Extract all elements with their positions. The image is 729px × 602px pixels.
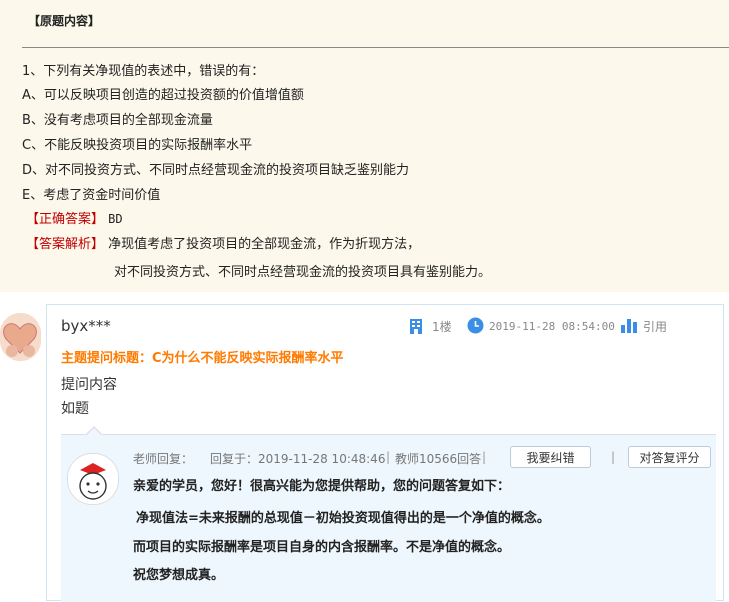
option-c: C、不能反映投资项目的实际报酬率水平	[22, 138, 253, 153]
content-text: 如题	[61, 401, 89, 417]
topic-text: C为什么不能反映实际报酬率水平	[152, 351, 344, 366]
option-d: D、对不同投资方式、不同时点经营现金流的投资项目缺乏鉴别能力	[22, 163, 410, 178]
quote-link[interactable]: 引用	[643, 318, 667, 335]
bar-chart-icon[interactable]	[620, 317, 637, 337]
reply-line: 亲爱的学员，您好！很高兴能为您提供帮助，您的问题答复如下：	[133, 479, 511, 494]
option-e: E、考虑了资金时间价值	[22, 188, 161, 203]
original-title: 【原题内容】	[28, 14, 101, 28]
divider	[22, 47, 729, 48]
analysis-label: 【答案解析】	[26, 237, 105, 252]
separator: |	[482, 450, 487, 464]
username[interactable]: byx***	[61, 317, 111, 335]
rate-reply-button[interactable]: 对答复评分	[628, 446, 711, 468]
reply-line: 祝您梦想成真。	[133, 568, 225, 583]
separator: |	[386, 450, 391, 464]
answer-label: 【正确答案】	[26, 212, 105, 227]
avatar[interactable]	[0, 313, 41, 361]
analysis-row: 【答案解析】 净现值考虑了投资项目的全部现金流，作为折现方法，	[26, 233, 420, 252]
analysis-line2: 对不同投资方式、不同时点经营现金流的投资项目具有鉴别能力。	[114, 265, 492, 280]
question-text: 1、下列有关净现值的表述中，错误的有：	[22, 64, 265, 79]
reply-label: 老师回复：	[133, 452, 194, 466]
reply-time: 回复于：2019-11-28 10:48:46	[210, 452, 386, 466]
analysis-line1: 净现值考虑了投资项目的全部现金流，作为折现方法，	[108, 237, 421, 252]
teacher-avatar[interactable]	[67, 453, 119, 505]
answer-row: 【正确答案】 BD	[26, 208, 123, 227]
floor-number: 1楼	[432, 320, 452, 334]
topic-title: 主题提问标题：C为什么不能反映实际报酬率水平	[61, 347, 344, 366]
reply-pointer-inner	[87, 428, 101, 435]
report-error-button[interactable]: 我要纠错	[510, 446, 591, 468]
clock-icon	[467, 317, 484, 338]
teacher-name: 教师10566回答	[395, 452, 482, 466]
option-a: A、可以反映项目创造的超过投资额的价值增值额	[22, 88, 304, 103]
building-icon	[409, 318, 423, 338]
content-label: 提问内容	[61, 377, 117, 393]
reply-line: 而项目的实际报酬率是项目自身的内含报酬率。不是净值的概念。	[133, 540, 511, 555]
topic-label: 主题提问标题：	[61, 351, 153, 366]
answer-value: BD	[108, 212, 123, 226]
reply-line: 净现值法=未来报酬的总现值－初始投资现值得出的是一个净值的概念。	[136, 511, 550, 526]
option-b: B、没有考虑项目的全部现金流量	[22, 113, 213, 128]
post-datetime: 2019-11-28 08:54:00	[489, 320, 615, 333]
separator: |	[611, 450, 616, 464]
